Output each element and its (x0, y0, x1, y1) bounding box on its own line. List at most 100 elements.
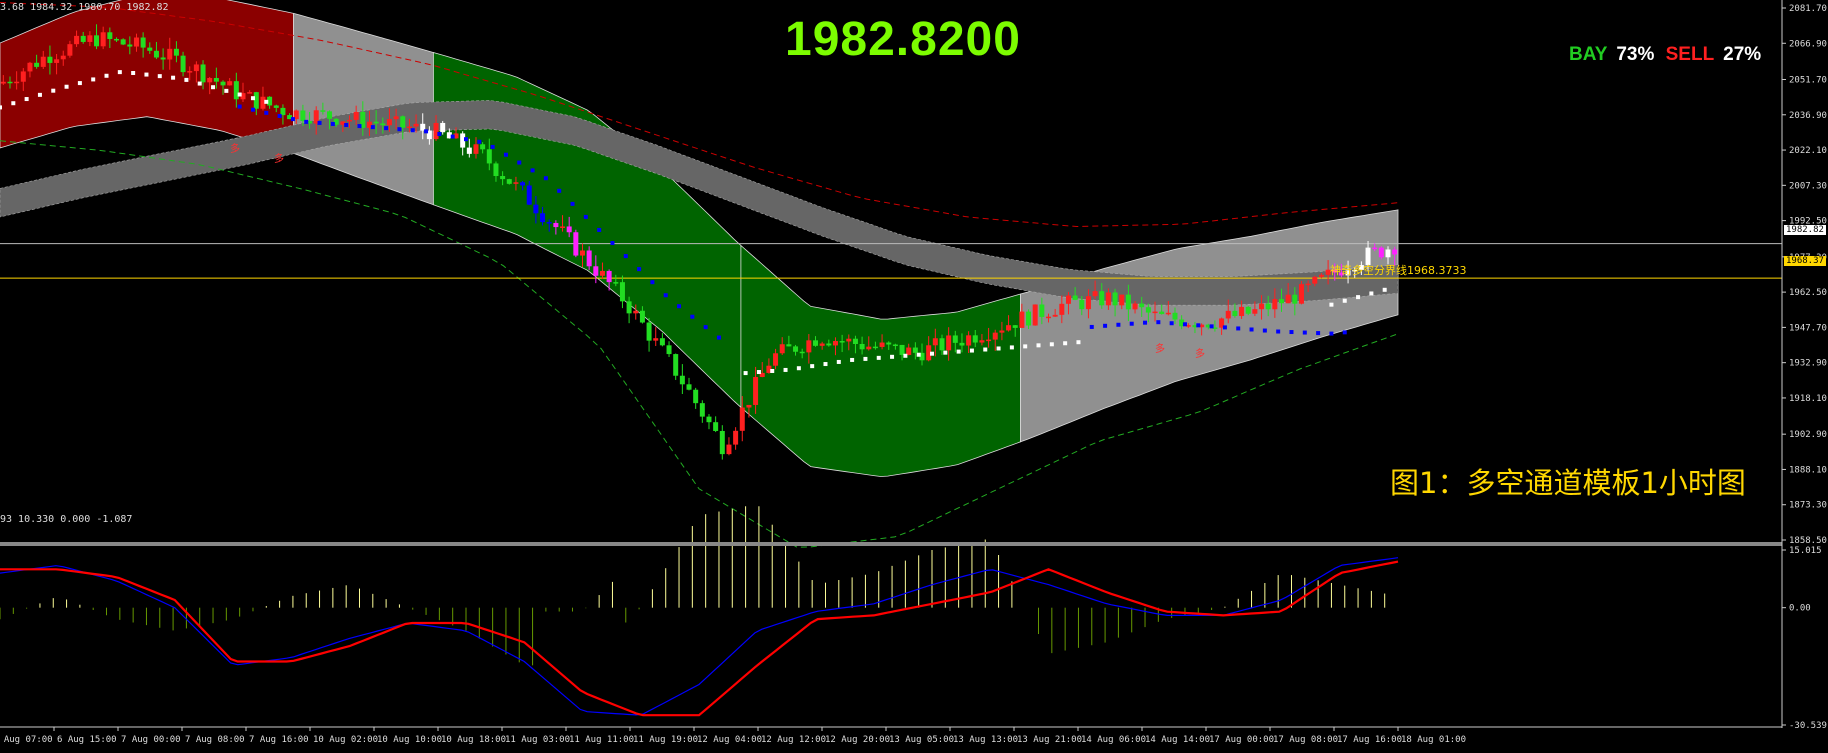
candle-body (1292, 294, 1298, 304)
ma-white-dot (956, 349, 961, 354)
candle-body (413, 123, 419, 127)
x-tick-label: 12 Aug 04:00 (697, 735, 762, 745)
candle-body (1265, 303, 1271, 310)
candle-body (34, 62, 40, 67)
ma-white-dot (224, 88, 229, 93)
ma-white-dot (1063, 341, 1068, 346)
chart-caption: 图1：多空通道模板1小时图 (1390, 466, 1746, 500)
ma-blue-dot (677, 304, 682, 309)
ma-white-dot (810, 364, 815, 369)
candle-body (247, 92, 253, 94)
ma-white-dot (211, 85, 216, 90)
candle-body (320, 110, 326, 112)
candle-body (353, 111, 359, 120)
candle-body (67, 44, 73, 56)
candle-body (1298, 284, 1304, 304)
candle-body (733, 430, 739, 445)
candle-body (1019, 311, 1025, 328)
candle-body (1059, 303, 1065, 315)
ma-blue-dot (1302, 330, 1307, 335)
candle-body (1172, 312, 1178, 320)
ma-white-dot (117, 70, 122, 75)
candle-body (1052, 314, 1058, 317)
candle-body (1252, 309, 1258, 314)
candle-body (87, 35, 93, 42)
candle-body (852, 338, 858, 344)
ma-white-dot (37, 92, 42, 97)
candle-body (1026, 311, 1032, 326)
osc-tick-label: -30.539 (1789, 721, 1827, 731)
candle-body (1239, 306, 1245, 317)
candle-body (1006, 325, 1012, 331)
ma-blue-dot (597, 227, 602, 232)
ma-white-dot (51, 88, 56, 93)
ma-white-dot (1076, 340, 1081, 345)
x-tick-label: 10 Aug 10:00 (377, 735, 442, 745)
candle-body (912, 347, 918, 353)
ma-blue-dot (1143, 320, 1148, 325)
signal-mark: 多 (1195, 349, 1205, 360)
candle-body (400, 116, 406, 128)
ma-blue-dot (1182, 322, 1187, 327)
ma-blue-dot (424, 129, 429, 134)
ma-blue-dot (1236, 326, 1241, 331)
bay-label: BAY (1569, 44, 1608, 65)
sell-percent: 27% (1723, 44, 1762, 65)
candle-body (1165, 312, 1171, 315)
candle-body (486, 149, 492, 164)
y-tick-label: 1902.90 (1789, 430, 1827, 440)
x-tick-label: 18 Aug 01:00 (1401, 735, 1466, 745)
y-tick-label: 1947.70 (1789, 323, 1827, 333)
candle-body (153, 50, 159, 58)
ma-white-dot (144, 72, 149, 77)
candle-body (74, 35, 80, 45)
ma-blue-dot (503, 152, 508, 157)
ma-white-dot (1369, 291, 1374, 296)
ma-blue-dot (1316, 331, 1321, 336)
y-tick-label: 2007.30 (1789, 181, 1827, 191)
ma-white-dot (983, 347, 988, 352)
candle-body (20, 71, 26, 82)
candle-body (886, 342, 892, 345)
candle-body (746, 404, 752, 408)
ma-blue-dot (517, 160, 522, 165)
ma-blue-dot (477, 139, 482, 144)
x-tick-label: 11 Aug 19:00 (633, 735, 698, 745)
candle-body (327, 111, 333, 119)
ma-white-dot (157, 74, 162, 79)
ma-blue-dot (1262, 328, 1267, 333)
candle-body (553, 222, 559, 228)
ma-blue-dot (557, 188, 562, 193)
signal-mark: 多 (1155, 344, 1165, 355)
ma-white-dot (916, 352, 921, 357)
candle-body (27, 62, 33, 72)
candle-body (793, 346, 799, 352)
candle-body (347, 119, 352, 122)
signal-mark: 多 (230, 144, 240, 155)
ma-white-dot (783, 367, 788, 372)
candle-body (493, 163, 499, 177)
candle-body (739, 407, 745, 431)
candle-body (7, 81, 13, 84)
candle-body (94, 35, 100, 47)
candle-body (1145, 307, 1151, 313)
candle-body (120, 39, 126, 45)
candle-body (193, 64, 199, 72)
ma-white-dot (91, 77, 96, 82)
candle-body (753, 376, 759, 405)
x-tick-label: 17 Aug 08:00 (1273, 735, 1338, 745)
y-tick-label: 1888.10 (1789, 465, 1827, 475)
candle-body (200, 64, 206, 83)
candle-body (813, 340, 818, 346)
candle-body (1152, 311, 1158, 314)
ma-white-dot (1356, 295, 1361, 300)
ma-blue-dot (250, 107, 255, 112)
ma-white-dot (876, 355, 881, 360)
candle-body (719, 430, 725, 455)
pivot-badge: 1968.37 (1784, 256, 1826, 266)
ma-blue-dot (264, 110, 269, 115)
candle-body (1072, 295, 1078, 300)
osc-values-readout: 93 10.330 0.000 -1.087 (0, 514, 133, 525)
candle-body (1392, 249, 1398, 255)
candle-body (979, 340, 985, 343)
